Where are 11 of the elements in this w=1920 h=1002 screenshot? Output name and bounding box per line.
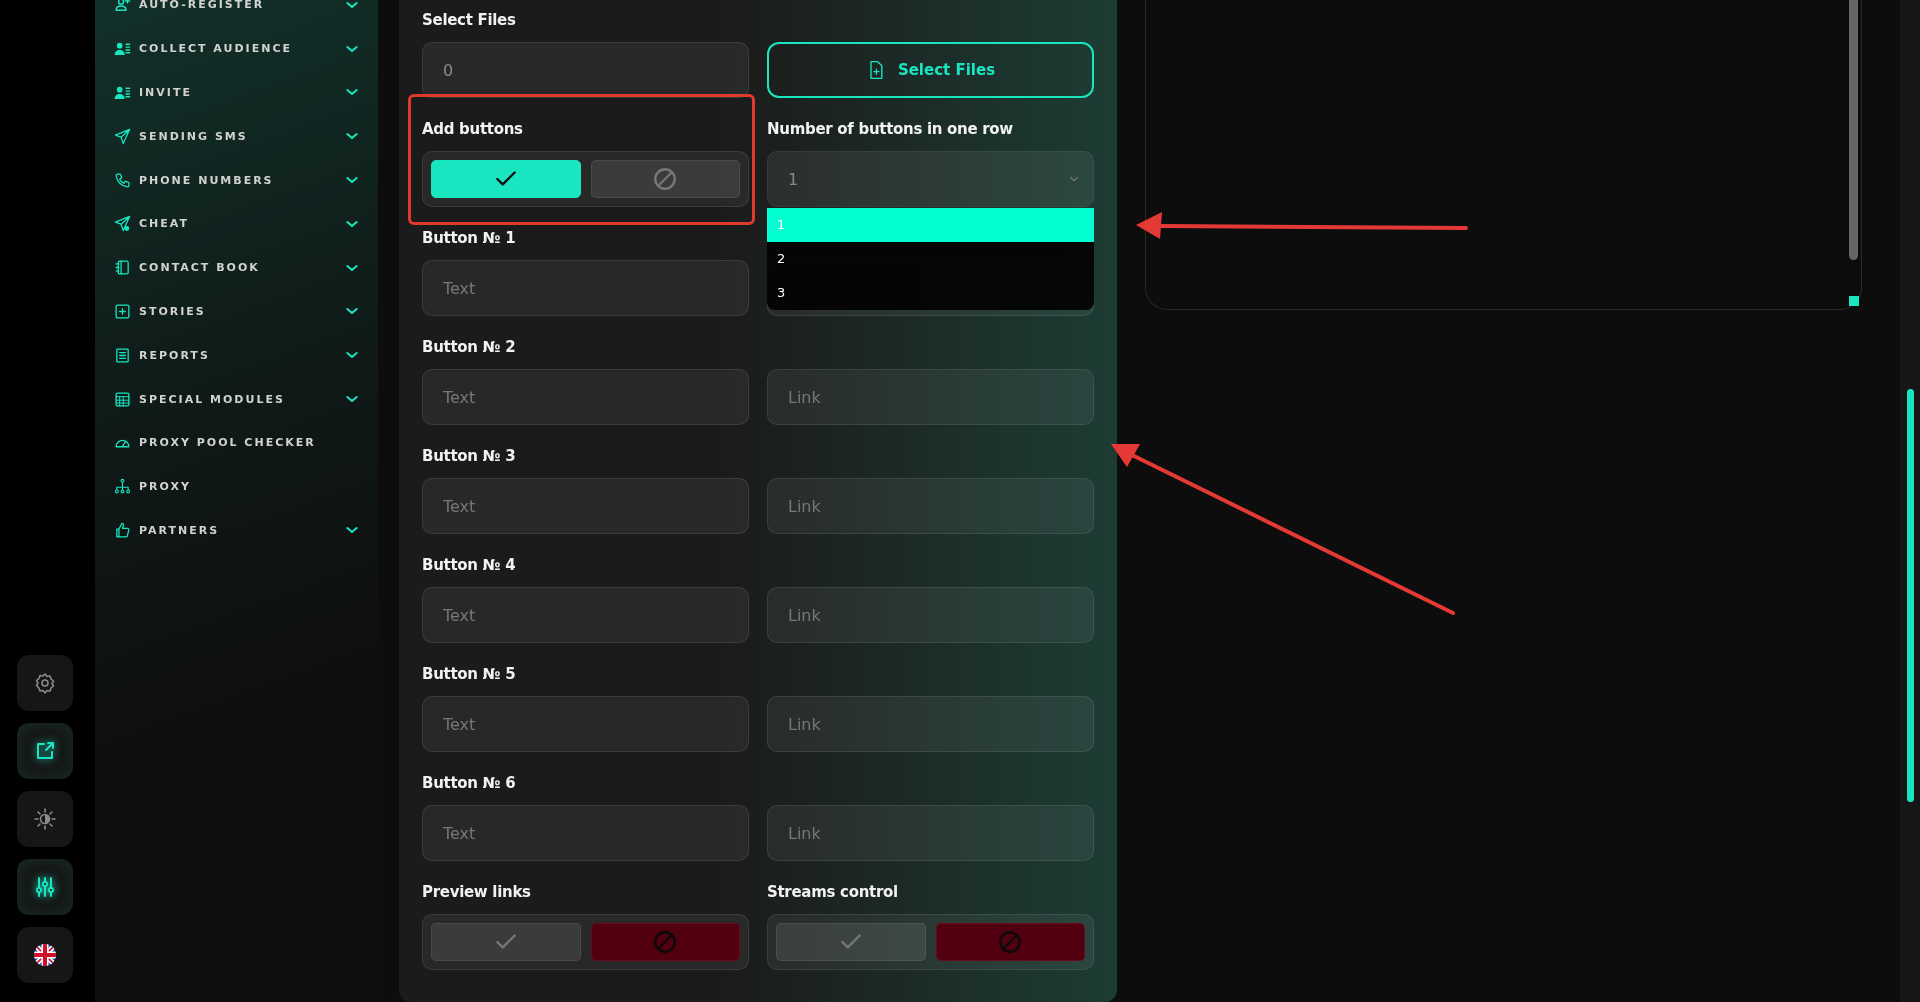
field-label: Button № 3 xyxy=(422,446,517,466)
field-label: Number of buttons in one row xyxy=(767,119,1014,139)
field-label: Button № 6 xyxy=(422,773,517,793)
field-label: Button № 4 xyxy=(422,555,517,575)
field-label: Preview links xyxy=(422,882,532,902)
field-label: Button № 5 xyxy=(422,664,517,684)
field-label: Add buttons xyxy=(422,119,524,139)
field-label: Button № 1 xyxy=(422,228,517,248)
field-label: Button № 2 xyxy=(422,337,517,357)
field-label: Streams control xyxy=(767,882,899,902)
field-label: Select Files xyxy=(422,10,517,30)
